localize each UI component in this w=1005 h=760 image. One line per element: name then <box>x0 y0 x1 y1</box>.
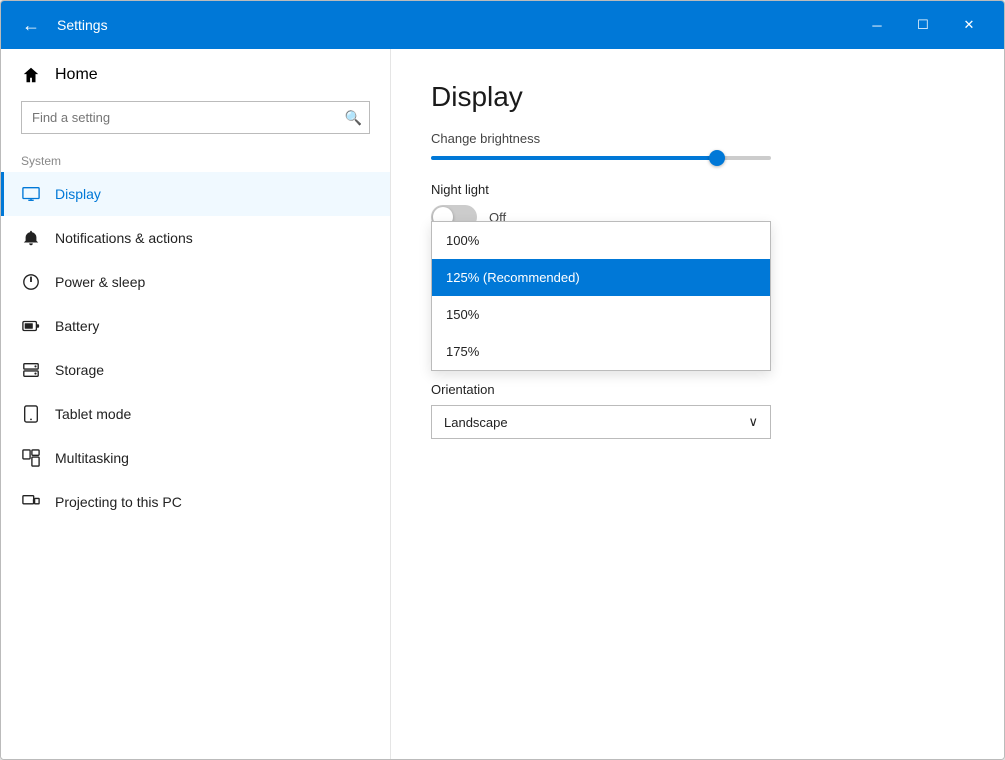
display-label: Display <box>55 186 101 202</box>
tablet-icon <box>21 404 41 424</box>
night-light-label: Night light <box>431 182 964 197</box>
brightness-section: Change brightness <box>431 131 964 160</box>
brightness-thumb[interactable] <box>709 150 725 166</box>
projecting-icon <box>21 492 41 512</box>
sidebar-item-power[interactable]: Power & sleep <box>1 260 390 304</box>
restore-button[interactable]: ☐ <box>900 1 946 49</box>
scale-dropdown-list[interactable]: 100% 125% (Recommended) 150% 175% <box>431 221 771 371</box>
multitasking-icon <box>21 448 41 468</box>
scale-option-100[interactable]: 100% <box>432 222 770 259</box>
power-icon <box>21 272 41 292</box>
sidebar-item-notifications[interactable]: Notifications & actions <box>1 216 390 260</box>
scale-option-125[interactable]: 125% (Recommended) <box>432 259 770 296</box>
back-button[interactable]: ← <box>13 7 49 43</box>
window-controls: ─ ☐ ✕ <box>854 1 992 49</box>
scale-option-175[interactable]: 175% <box>432 333 770 370</box>
right-panel: Display Change brightness Night light Of… <box>391 49 1004 759</box>
orientation-label: Orientation <box>431 382 964 397</box>
minimize-button[interactable]: ─ <box>854 1 900 49</box>
multitasking-label: Multitasking <box>55 450 129 466</box>
home-label: Home <box>55 66 98 84</box>
titlebar: ← Settings ─ ☐ ✕ <box>1 1 1004 49</box>
tablet-label: Tablet mode <box>55 406 131 422</box>
orientation-chevron-icon: ∨ <box>748 414 758 430</box>
notifications-label: Notifications & actions <box>55 230 193 246</box>
orientation-value: Landscape <box>444 415 508 430</box>
search-input[interactable] <box>21 101 370 134</box>
sidebar-item-storage[interactable]: Storage <box>1 348 390 392</box>
projecting-label: Projecting to this PC <box>55 494 182 510</box>
brightness-slider[interactable] <box>431 156 771 160</box>
orientation-dropdown[interactable]: Landscape ∨ <box>431 405 771 439</box>
titlebar-title: Settings <box>57 17 854 33</box>
notifications-icon <box>21 228 41 248</box>
home-icon <box>21 65 41 85</box>
sidebar-item-projecting[interactable]: Projecting to this PC <box>1 480 390 524</box>
display-icon <box>21 184 41 204</box>
sidebar-item-battery[interactable]: Battery <box>1 304 390 348</box>
brightness-label: Change brightness <box>431 131 964 146</box>
search-icon: 🔍 <box>345 109 362 126</box>
sidebar-item-tablet[interactable]: Tablet mode <box>1 392 390 436</box>
storage-icon <box>21 360 41 380</box>
battery-icon <box>21 316 41 336</box>
sidebar-item-display[interactable]: Display <box>1 172 390 216</box>
power-label: Power & sleep <box>55 274 145 290</box>
search-box: 🔍 <box>21 101 370 134</box>
sidebar-item-home[interactable]: Home <box>1 49 390 101</box>
page-title: Display <box>431 81 964 113</box>
sidebar-item-multitasking[interactable]: Multitasking <box>1 436 390 480</box>
close-button[interactable]: ✕ <box>946 1 992 49</box>
main-content: Home 🔍 System Display <box>1 49 1004 759</box>
section-label: System <box>1 146 390 172</box>
sidebar: Home 🔍 System Display <box>1 49 391 759</box>
scale-option-150[interactable]: 150% <box>432 296 770 333</box>
battery-label: Battery <box>55 318 99 334</box>
settings-window: ← Settings ─ ☐ ✕ Home 🔍 System <box>0 0 1005 760</box>
storage-label: Storage <box>55 362 104 378</box>
